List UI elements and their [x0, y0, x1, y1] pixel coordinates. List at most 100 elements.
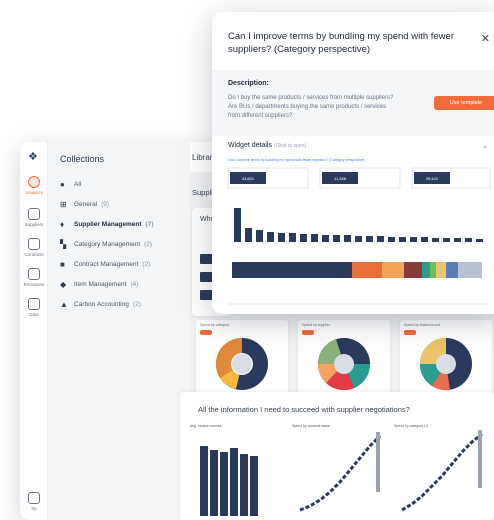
collection-item-carbon-accounting[interactable]: ▲ Carbon Accounting (2)	[60, 294, 180, 314]
preview-svg: Can I improve terms by bundling my spend…	[227, 158, 491, 305]
preview-bar	[256, 230, 263, 242]
preview-bar	[476, 239, 483, 242]
mini-waterfall-svg	[299, 432, 382, 512]
collection-label: Item Management	[74, 280, 127, 288]
preview-stack-segment	[404, 262, 422, 278]
template-modal: Can I improve terms by bundling my spend…	[212, 12, 494, 314]
preview-bar	[443, 238, 450, 242]
mini-waterfall-svg	[401, 430, 483, 512]
preview-bar	[267, 232, 274, 242]
close-icon[interactable]: ✕	[481, 32, 490, 45]
preview-bar	[454, 238, 461, 242]
preview-bar	[234, 208, 241, 242]
collection-label: Contract Management	[74, 260, 139, 268]
status-badge	[404, 330, 416, 335]
tag-icon: ◆	[60, 279, 67, 289]
preview-bar	[311, 234, 318, 242]
screenshot-stage: ❖ Analytics Suppliers Contracts Emission…	[0, 0, 494, 520]
preview-stack-segment	[232, 262, 352, 278]
preview-bar	[355, 236, 362, 242]
rail-data[interactable]: Data	[20, 298, 48, 317]
preview-bar	[421, 237, 428, 242]
rail-label: Sp	[31, 506, 37, 511]
circle-icon: ●	[60, 179, 65, 189]
collection-item-contract-management[interactable]: ■ Contract Management (2)	[60, 254, 180, 274]
kpi-value: 11,388	[334, 176, 347, 181]
collection-label: Category Management	[74, 240, 141, 248]
negotiation-card[interactable]: All the information I need to succeed wi…	[180, 392, 494, 520]
preview-bar	[300, 234, 307, 242]
app-logo-icon: ❖	[28, 151, 38, 163]
rail-emissions[interactable]: Emissions	[20, 268, 48, 287]
preview-bar	[289, 233, 296, 242]
collection-item-category-management[interactable]: ▚ Category Management (2)	[60, 234, 180, 254]
preview-bar	[322, 235, 329, 242]
rail-contracts[interactable]: Contracts	[20, 238, 48, 257]
preview-bar	[399, 237, 406, 242]
contracts-icon	[28, 238, 40, 250]
collection-count: (9)	[101, 200, 110, 208]
collection-label: All	[74, 180, 82, 188]
description-panel: Description: Do I buy the same products …	[212, 70, 494, 136]
kpi-value: 29,441	[426, 176, 439, 181]
preview-stack-segment	[382, 262, 404, 278]
modal-title: Can I improve terms by bundling my spend…	[228, 31, 454, 55]
collection-count: (4)	[130, 280, 139, 288]
collections-panel: Collections ● All ⊞ General (9) ♦ Suppli…	[48, 142, 190, 520]
data-icon	[28, 298, 40, 310]
description-heading: Description:	[228, 80, 269, 87]
collection-item-item-management[interactable]: ◆ Item Management (4)	[60, 274, 180, 294]
preview-stack-segment	[422, 262, 430, 278]
dashboard-preview: Can I improve terms by bundling my spend…	[226, 154, 492, 310]
mini-chart-title: Spend by category L2	[394, 424, 429, 428]
negotiation-card-title: All the information I need to succeed wi…	[198, 405, 410, 414]
preview-bar	[245, 228, 252, 242]
mini-waterfall-chart-2: Spend by category L2	[394, 424, 486, 516]
grid-icon: ⊞	[60, 199, 67, 209]
rail-analytics[interactable]: Analytics	[20, 176, 48, 195]
kpi-tile: 43,601	[227, 167, 309, 189]
collection-count: (7)	[145, 220, 154, 228]
analytics-icon	[28, 176, 40, 188]
rail-label: Contracts	[24, 252, 44, 257]
collection-item-general[interactable]: ⊞ General (9)	[60, 194, 180, 214]
kpi-value: 43,601	[242, 176, 255, 181]
preview-bar	[377, 236, 384, 242]
category-icon: ▚	[60, 239, 67, 249]
pie-widget-1[interactable]: Spend by category	[196, 320, 288, 394]
collection-item-all[interactable]: ● All	[60, 174, 180, 194]
collection-count: (2)	[132, 300, 141, 308]
pie-widget-title: Spend by business unit	[404, 323, 441, 327]
mini-chart-title: Avg. invoice amount	[190, 424, 222, 428]
kpi-tile: 29,441	[411, 167, 491, 189]
flask-icon: ▲	[60, 299, 68, 309]
chevron-down-icon[interactable]: ⌄	[482, 142, 488, 150]
preview-bar	[410, 237, 417, 242]
pie-widget-2[interactable]: Spend by supplier	[298, 320, 390, 394]
preview-stack-segment	[458, 262, 482, 278]
widget-details-toggle[interactable]: Widget details (Click to open)	[228, 142, 306, 149]
widget-details-hint: (Click to open)	[273, 143, 307, 149]
status-badge	[200, 330, 212, 335]
preview-bar	[465, 238, 472, 242]
suppliers-icon	[28, 208, 40, 220]
rail-bottom[interactable]: Sp	[20, 492, 48, 511]
preview-stack-segment	[430, 262, 436, 278]
stack-icon	[28, 492, 40, 504]
use-template-button[interactable]: Use template	[434, 96, 494, 110]
preview-bar	[388, 237, 395, 242]
preview-bar-chart	[234, 208, 483, 242]
preview-bar	[333, 235, 340, 242]
collection-item-supplier-management[interactable]: ♦ Supplier Management (7)	[60, 214, 180, 234]
preview-bar	[366, 236, 373, 242]
rail-label: Data	[29, 312, 39, 317]
rail-label: Suppliers	[24, 222, 44, 227]
collection-label: Supplier Management	[74, 220, 142, 228]
preview-stack-segment	[352, 262, 382, 278]
pie-widget-3[interactable]: Spend by business unit	[400, 320, 492, 394]
preview-stacked-bar	[232, 262, 482, 278]
mini-bar-chart: Avg. invoice amount	[190, 424, 282, 516]
collection-label: Carbon Accounting	[74, 300, 129, 308]
handshake-icon: ♦	[60, 219, 65, 229]
rail-suppliers[interactable]: Suppliers	[20, 208, 48, 227]
